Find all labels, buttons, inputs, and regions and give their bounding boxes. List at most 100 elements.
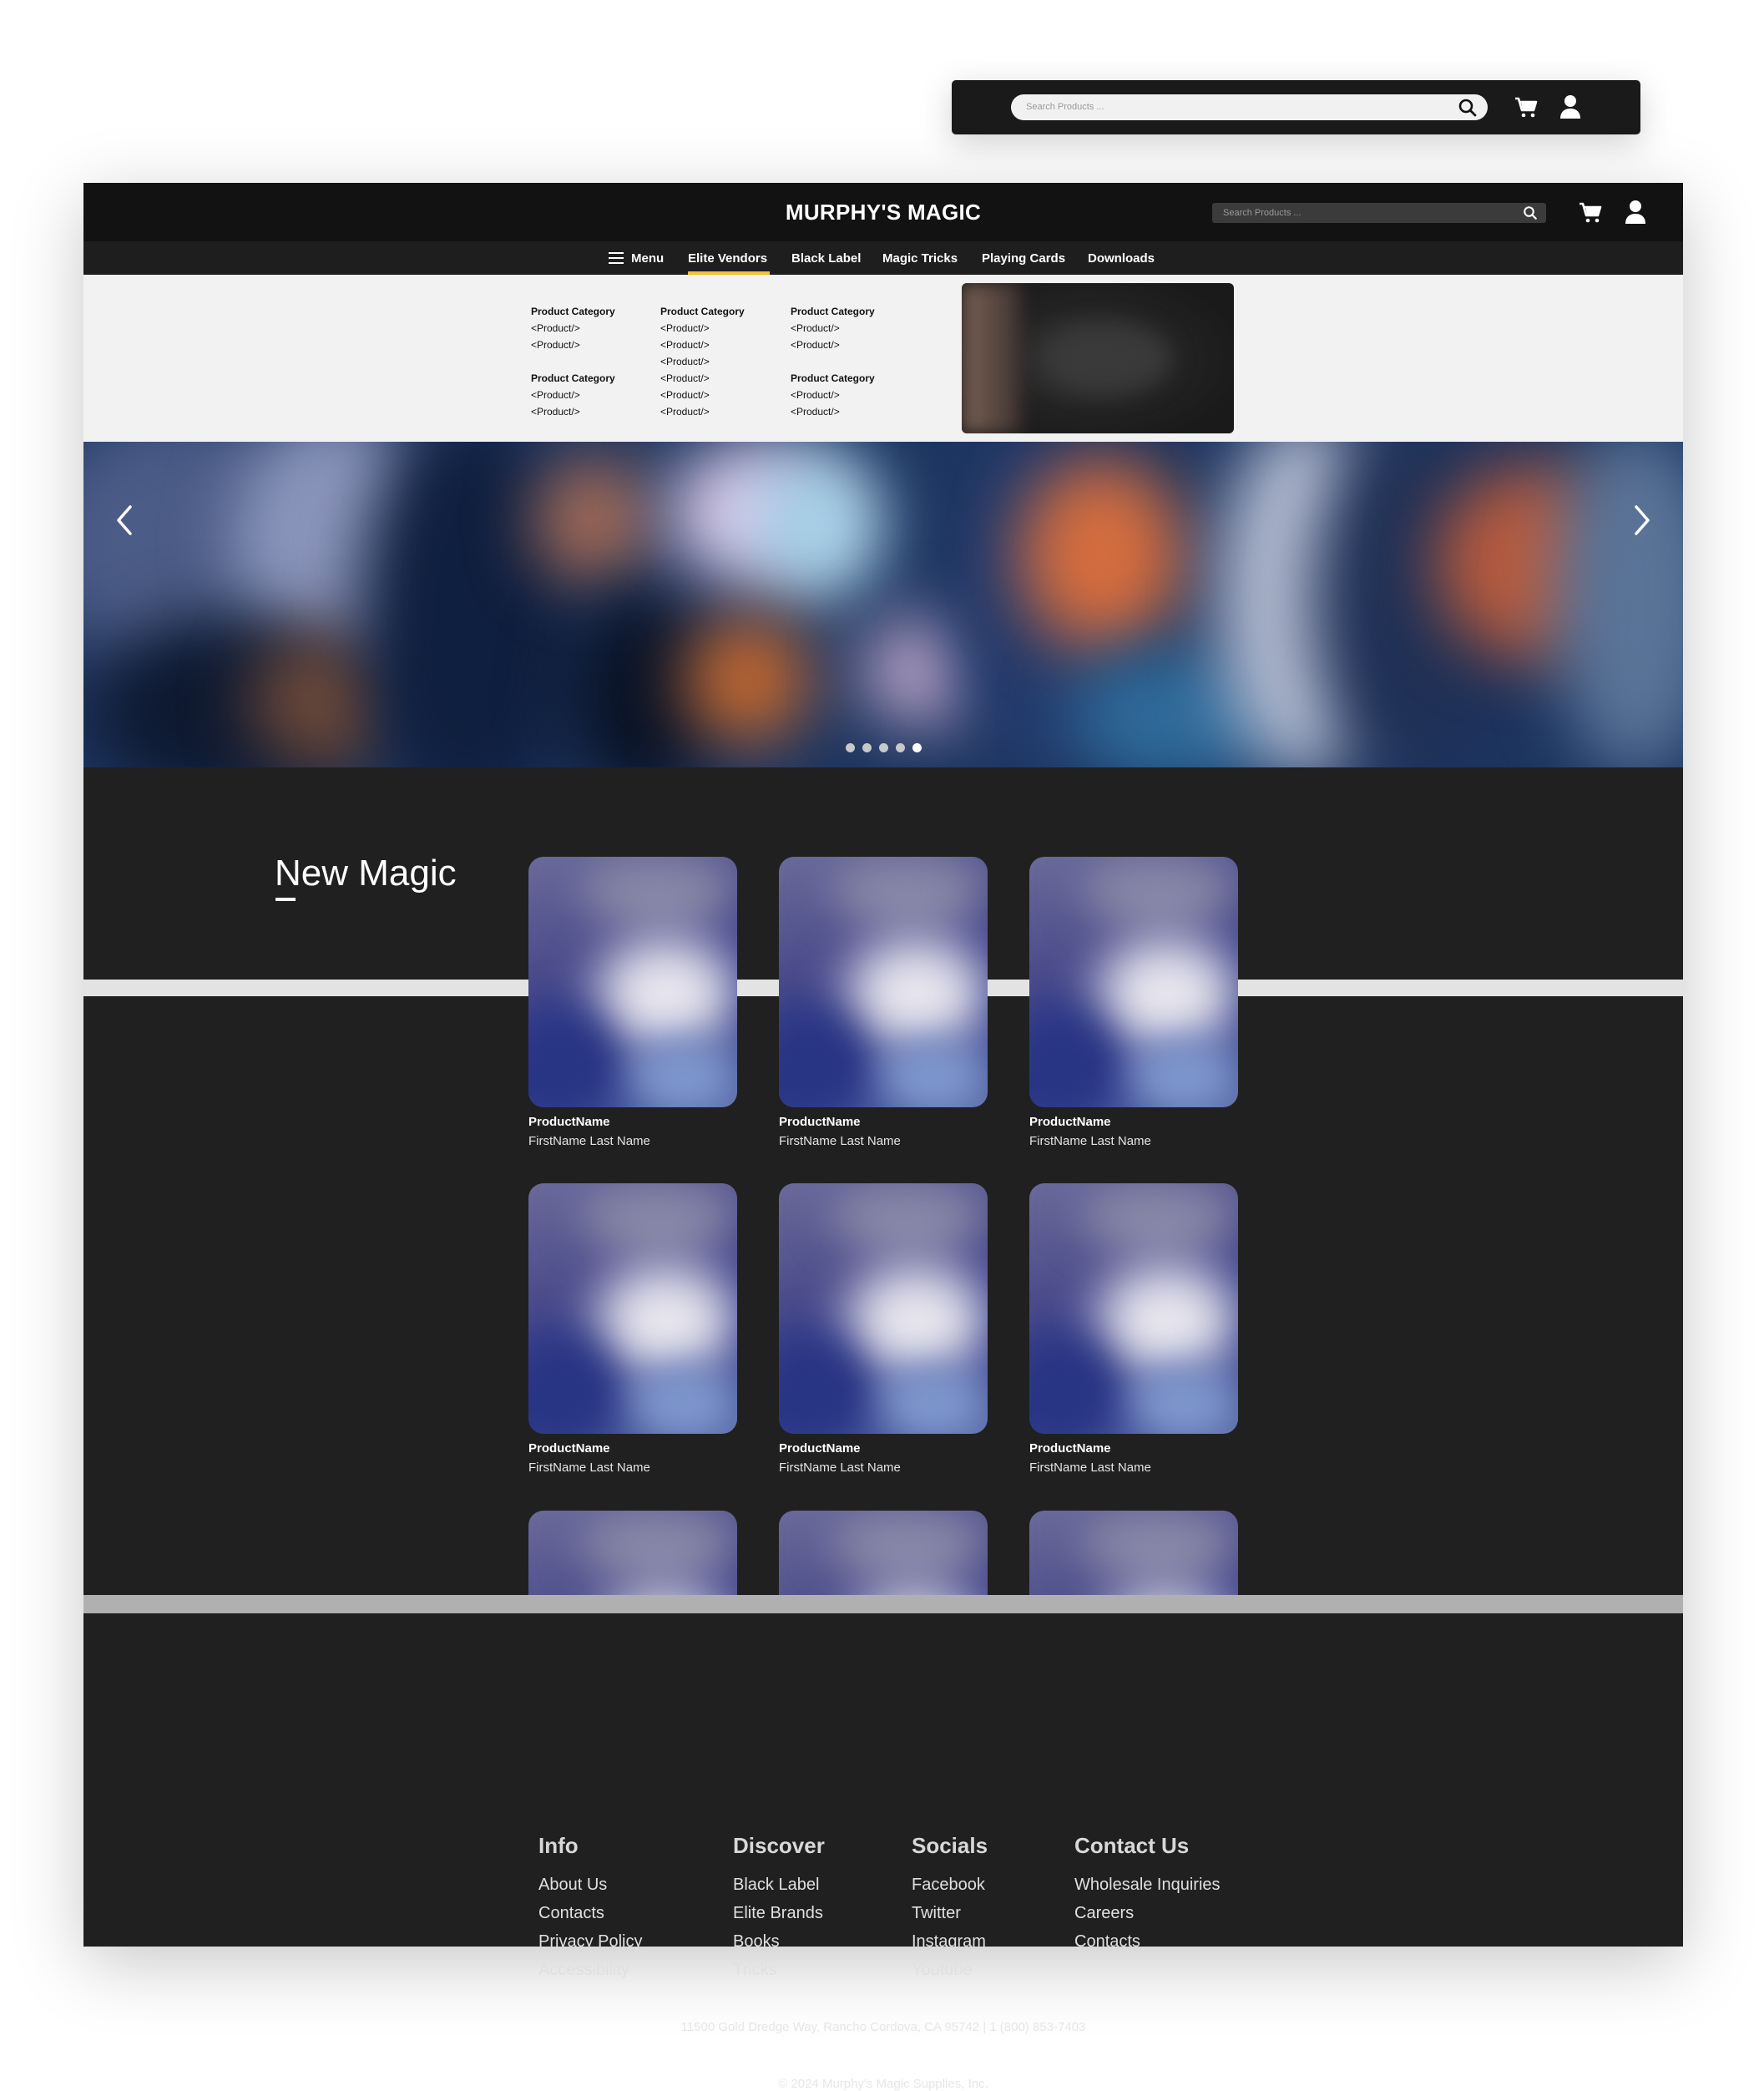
user-icon[interactable] xyxy=(1625,200,1646,229)
product-card-image[interactable] xyxy=(779,1511,988,1595)
mega-menu-category[interactable]: Product Category xyxy=(791,370,875,387)
mega-menu-product[interactable]: <Product/> xyxy=(791,387,875,403)
footer-link[interactable]: Books xyxy=(733,1927,825,1956)
footer-link[interactable]: Privacy Policy xyxy=(538,1927,642,1956)
main-header: MURPHY'S MAGIC Search Products ... xyxy=(83,183,1683,241)
nav-item-playing-cards[interactable]: Playing Cards xyxy=(982,251,1065,266)
footer-heading: Socials xyxy=(912,1833,988,1858)
product-card-clip xyxy=(528,1511,737,1595)
search-icon[interactable] xyxy=(1458,98,1478,122)
footer-link[interactable]: Twitter xyxy=(912,1899,988,1927)
mega-menu-product[interactable]: <Product/> xyxy=(660,337,745,353)
mega-menu-feature-image[interactable] xyxy=(962,283,1234,433)
mega-menu-product[interactable]: <Product/> xyxy=(791,320,875,337)
mega-menu-product[interactable]: <Product/> xyxy=(531,337,615,353)
footer-link[interactable]: Youtube xyxy=(912,1956,988,1984)
carousel-dot-active[interactable] xyxy=(912,743,922,752)
footer-link[interactable]: Careers xyxy=(1074,1899,1221,1927)
page-frame: MURPHY'S MAGIC Search Products ... Menu … xyxy=(83,183,1683,2091)
footer-link[interactable]: Contacts xyxy=(538,1899,642,1927)
mega-menu-product[interactable]: <Product/> xyxy=(660,403,745,420)
nav-item-magic-tricks[interactable]: Magic Tricks xyxy=(882,251,958,266)
mega-menu-product[interactable]: <Product/> xyxy=(531,403,615,420)
mega-menu-column: Product Category <Product/> <Product/> <… xyxy=(660,303,745,420)
carousel-dot[interactable] xyxy=(896,743,905,752)
hamburger-icon[interactable] xyxy=(609,252,624,264)
footer-heading: Contact Us xyxy=(1074,1833,1190,1858)
title-underline xyxy=(275,898,296,901)
nav-item-black-label[interactable]: Black Label xyxy=(791,251,861,266)
mega-menu-product[interactable]: <Product/> xyxy=(791,403,875,420)
nav-menu[interactable]: Menu xyxy=(631,251,664,266)
carousel-next-icon[interactable] xyxy=(1633,504,1651,542)
product-card-image[interactable] xyxy=(528,857,737,1107)
mega-menu-category[interactable]: Product Category xyxy=(531,303,615,320)
product-card-image[interactable] xyxy=(528,1511,737,1595)
hero-carousel xyxy=(83,442,1683,767)
carousel-dots xyxy=(846,742,929,757)
product-name[interactable]: ProductName xyxy=(1029,1115,1111,1129)
cart-icon[interactable] xyxy=(1514,94,1539,124)
mega-menu-product[interactable]: <Product/> xyxy=(531,387,615,403)
mega-menu-product[interactable]: <Product/> xyxy=(660,353,745,370)
product-card-image[interactable] xyxy=(1029,1511,1238,1595)
footer-link[interactable]: Wholesale Inquiries xyxy=(1074,1871,1221,1899)
product-author: FirstName Last Name xyxy=(1029,1461,1151,1475)
footer-column-socials: Socials Facebook Twitter Instagram Youtu… xyxy=(912,1833,988,1984)
product-card-image[interactable] xyxy=(779,1183,988,1434)
mega-menu-product[interactable]: <Product/> xyxy=(660,320,745,337)
search-placeholder: Search Products ... xyxy=(1223,208,1302,218)
mega-menu-product[interactable]: <Product/> xyxy=(660,387,745,403)
footer-column-contact: Contact Us Wholesale Inquiries Careers C… xyxy=(1074,1833,1221,1956)
mega-menu-product[interactable]: <Product/> xyxy=(791,337,875,353)
footer-link[interactable]: Facebook xyxy=(912,1871,988,1899)
footer-divider xyxy=(83,1595,1683,1613)
new-magic-title: New Magic xyxy=(275,853,457,894)
product-card-image[interactable] xyxy=(528,1183,737,1434)
mega-menu: Product Category <Product/> <Product/> P… xyxy=(83,275,1683,442)
mega-menu-category[interactable]: Product Category xyxy=(660,303,745,320)
footer-heading: Discover xyxy=(733,1833,825,1858)
carousel-prev-icon[interactable] xyxy=(115,504,134,542)
mega-menu-category[interactable]: Product Category xyxy=(531,370,615,387)
nav-item-downloads[interactable]: Downloads xyxy=(1088,251,1155,266)
product-author: FirstName Last Name xyxy=(779,1134,901,1148)
product-author: FirstName Last Name xyxy=(1029,1134,1151,1148)
footer xyxy=(83,1613,1683,1947)
product-name[interactable]: ProductName xyxy=(779,1115,861,1129)
product-card-image[interactable] xyxy=(779,857,988,1107)
footer-link[interactable]: Elite Brands xyxy=(733,1899,825,1927)
carousel-dot[interactable] xyxy=(879,743,888,752)
product-name[interactable]: ProductName xyxy=(528,1441,610,1456)
cart-icon[interactable] xyxy=(1578,200,1603,229)
mega-menu-category[interactable]: Product Category xyxy=(791,303,875,320)
compact-search-input[interactable]: Search Products ... xyxy=(1011,94,1488,120)
footer-column-info: Info About Us Contacts Privacy Policy Ac… xyxy=(538,1833,642,1984)
footer-link[interactable]: Accessibility xyxy=(538,1956,642,1984)
user-icon[interactable] xyxy=(1559,94,1581,124)
carousel-dot[interactable] xyxy=(862,743,872,752)
footer-copyright: © 2024 Murphy's Magic Supplies, Inc. xyxy=(778,2077,988,2091)
footer-link[interactable]: Instagram xyxy=(912,1927,988,1956)
product-card-image[interactable] xyxy=(1029,1183,1238,1434)
carousel-dot[interactable] xyxy=(846,743,855,752)
compact-header: Search Products ... xyxy=(952,80,1640,134)
mega-menu-product[interactable]: <Product/> xyxy=(531,320,615,337)
footer-link[interactable]: About Us xyxy=(538,1871,642,1899)
search-icon[interactable] xyxy=(1523,205,1538,225)
mega-menu-column: Product Category <Product/> <Product/> P… xyxy=(791,303,875,420)
nav-item-elite-vendors[interactable]: Elite Vendors xyxy=(688,251,767,266)
main-search-input[interactable]: Search Products ... xyxy=(1212,203,1546,223)
product-name[interactable]: ProductName xyxy=(528,1115,610,1129)
footer-link[interactable]: Black Label xyxy=(733,1871,825,1899)
product-name[interactable]: ProductName xyxy=(1029,1441,1111,1456)
product-card-image[interactable] xyxy=(1029,857,1238,1107)
product-card-clip xyxy=(1029,1511,1238,1595)
product-name[interactable]: ProductName xyxy=(779,1441,861,1456)
footer-link[interactable]: Contacts xyxy=(1074,1927,1221,1956)
footer-link[interactable]: Tricks xyxy=(733,1956,825,1984)
footer-column-discover: Discover Black Label Elite Brands Books … xyxy=(733,1833,825,1984)
main-nav: Menu Elite Vendors Black Label Magic Tri… xyxy=(83,241,1683,275)
mega-menu-product[interactable]: <Product/> xyxy=(660,370,745,387)
product-author: FirstName Last Name xyxy=(528,1461,650,1475)
